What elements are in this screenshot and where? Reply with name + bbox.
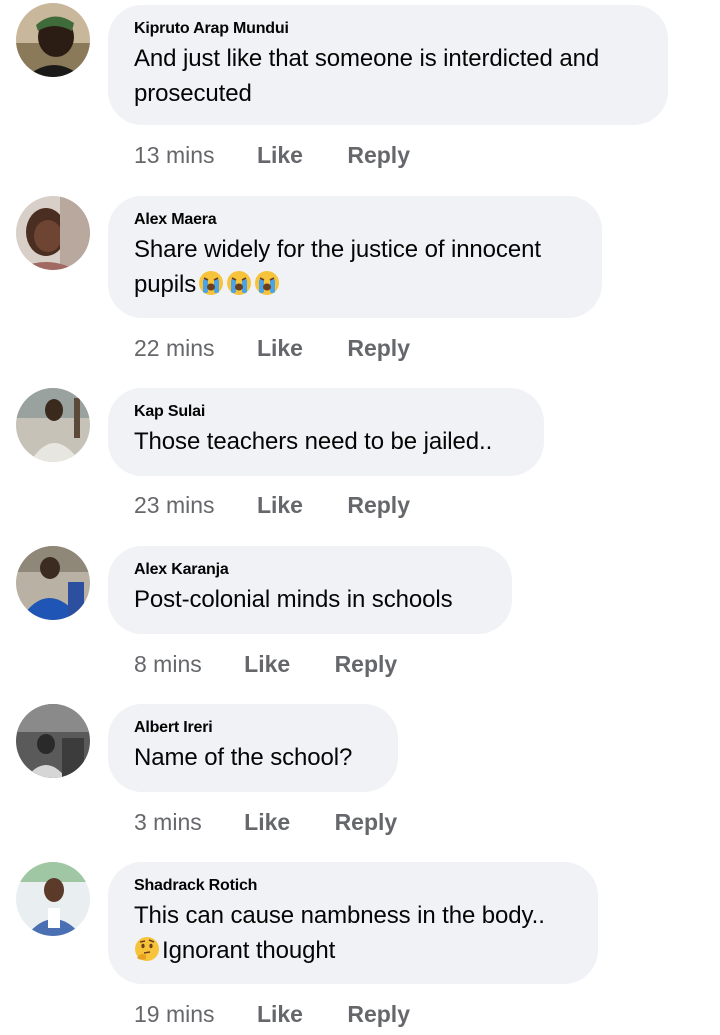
avatar[interactable] xyxy=(16,196,90,270)
reply-button[interactable]: Reply xyxy=(335,807,398,837)
comment-bubble: Alex Karanja Post-colonial minds in scho… xyxy=(108,546,512,634)
comment-meta: 3 mins Like Reply xyxy=(134,807,397,837)
comment-time[interactable]: 23 mins xyxy=(134,490,215,520)
avatar[interactable] xyxy=(16,862,90,936)
loudly-crying-face-icon xyxy=(254,270,280,296)
comment-bubble: Alex Maera Share widely for the justice … xyxy=(108,196,602,318)
comment-meta: 22 mins Like Reply xyxy=(134,333,410,363)
comment-meta: 8 mins Like Reply xyxy=(134,649,397,679)
reply-button[interactable]: Reply xyxy=(347,999,410,1029)
comment-author[interactable]: Kap Sulai xyxy=(134,402,518,422)
comment-text-line: Ignorant thought xyxy=(162,937,336,964)
comment-bubble: Kap Sulai Those teachers need to be jail… xyxy=(108,388,544,476)
reply-button[interactable]: Reply xyxy=(335,649,398,679)
like-button[interactable]: Like xyxy=(244,649,290,679)
comment-meta: 13 mins Like Reply xyxy=(134,140,410,170)
avatar[interactable] xyxy=(16,3,90,77)
like-button[interactable]: Like xyxy=(257,999,303,1029)
comment-meta: 19 mins Like Reply xyxy=(134,999,410,1029)
comment-meta: 23 mins Like Reply xyxy=(134,490,410,520)
avatar[interactable] xyxy=(16,388,90,462)
comment-text: This can cause nambness in the body.. Ig… xyxy=(134,898,572,968)
like-button[interactable]: Like xyxy=(257,333,303,363)
comment-text-line: pupils xyxy=(134,271,197,298)
thinking-face-icon xyxy=(134,936,160,962)
reply-button[interactable]: Reply xyxy=(347,140,410,170)
reply-button[interactable]: Reply xyxy=(347,490,410,520)
comment-text-line: prosecuted xyxy=(134,80,252,107)
loudly-crying-face-icon xyxy=(226,270,252,296)
comment-time[interactable]: 22 mins xyxy=(134,333,215,363)
comment-text: Name of the school? xyxy=(134,740,372,775)
comment-text-line: Name of the school? xyxy=(134,744,353,771)
comment-time[interactable]: 13 mins xyxy=(134,140,215,170)
comment-text-line: And just like that someone is interdicte… xyxy=(134,45,600,72)
like-button[interactable]: Like xyxy=(257,490,303,520)
comment-bubble: Kipruto Arap Mundui And just like that s… xyxy=(108,5,668,125)
comment-author[interactable]: Albert Ireri xyxy=(134,718,372,738)
comment-time[interactable]: 19 mins xyxy=(134,999,215,1029)
like-button[interactable]: Like xyxy=(257,140,303,170)
comment-text-line: Post-colonial minds in schools xyxy=(134,586,453,613)
comment-text-line: Those teachers need to be jailed.. xyxy=(134,428,493,455)
comment-text: Those teachers need to be jailed.. xyxy=(134,424,518,459)
comment-author[interactable]: Shadrack Rotich xyxy=(134,876,572,896)
like-button[interactable]: Like xyxy=(244,807,290,837)
comment-text-line: Share widely for the justice of innocent xyxy=(134,236,541,263)
comment-time[interactable]: 3 mins xyxy=(134,807,202,837)
avatar[interactable] xyxy=(16,546,90,620)
comment-text: Post-colonial minds in schools xyxy=(134,582,486,617)
comment-author[interactable]: Kipruto Arap Mundui xyxy=(134,19,642,39)
comment-bubble: Albert Ireri Name of the school? xyxy=(108,704,398,792)
avatar[interactable] xyxy=(16,704,90,778)
comment-author[interactable]: Alex Karanja xyxy=(134,560,486,580)
comment-time[interactable]: 8 mins xyxy=(134,649,202,679)
reply-button[interactable]: Reply xyxy=(347,333,410,363)
comment-author[interactable]: Alex Maera xyxy=(134,210,576,230)
comment-text: And just like that someone is interdicte… xyxy=(134,41,642,111)
loudly-crying-face-icon xyxy=(198,270,224,296)
comment-text: Share widely for the justice of innocent… xyxy=(134,232,576,302)
comment-bubble: Shadrack Rotich This can cause nambness … xyxy=(108,862,598,984)
comment-text-line: This can cause nambness in the body.. xyxy=(134,902,545,929)
